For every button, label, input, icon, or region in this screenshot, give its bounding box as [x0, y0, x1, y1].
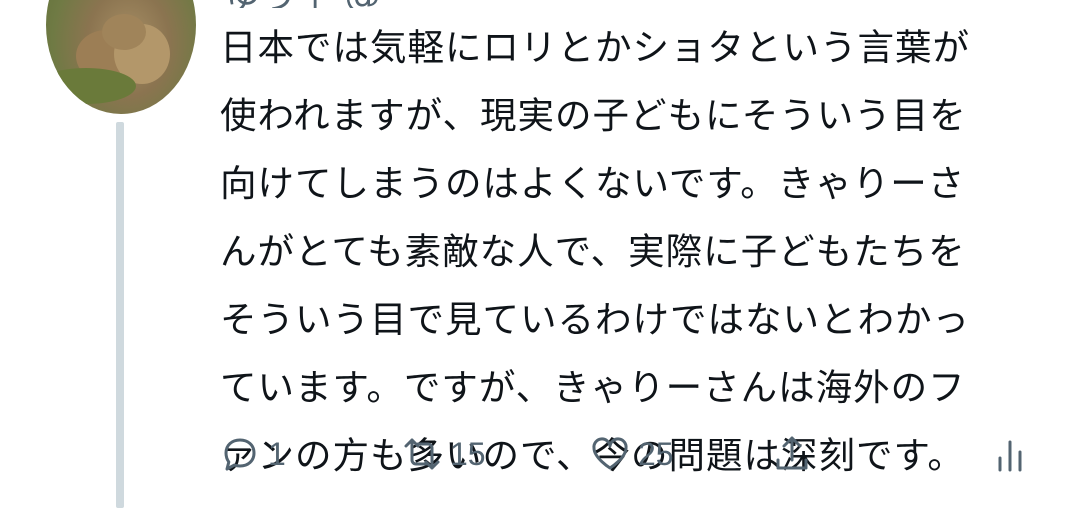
tweet-text-line: んがとても素敵な人で、実際に子どもたちを: [220, 230, 966, 273]
reply-count: 1: [268, 435, 286, 472]
tweet-text-line: そういう目で見ているわけではないとわかっ: [220, 298, 970, 341]
retweet-count: 15: [450, 435, 486, 472]
like-button[interactable]: 25: [588, 432, 674, 476]
retweet-button[interactable]: 15: [400, 432, 486, 476]
reply-button[interactable]: 1: [218, 432, 286, 476]
thread-line: [116, 122, 124, 508]
like-icon: [592, 437, 628, 470]
author-name[interactable]: ゆう子 @ _: [225, 0, 410, 8]
analytics-icon: [998, 440, 1022, 472]
avatar-image: [46, 14, 170, 104]
tweet-text: 日本では気軽にロリとかショタという言葉が 使われますが、現実の子どもにそういう目…: [220, 14, 1040, 490]
avatar[interactable]: [46, 0, 196, 114]
share-button[interactable]: [770, 432, 814, 476]
tweet-text-line: 日本では気軽にロリとかショタという言葉が: [220, 26, 970, 69]
analytics-button[interactable]: [990, 432, 1034, 476]
tweet-text-line: ています。ですが、きゃりーさんは海外のフ: [220, 366, 966, 409]
share-icon: [776, 436, 808, 470]
tweet-header: ゆう子 @ _: [225, 0, 785, 8]
tweet-text-line: 向けてしまうのはよくないです。きゃりーさ: [220, 162, 966, 205]
reply-icon: [224, 438, 256, 471]
tweet-actions: 1 15 25: [218, 432, 1038, 482]
tweet-text-line: 使われますが、現実の子どもにそういう目を: [220, 94, 967, 137]
retweet-icon: [404, 438, 440, 470]
like-count: 25: [638, 435, 674, 472]
